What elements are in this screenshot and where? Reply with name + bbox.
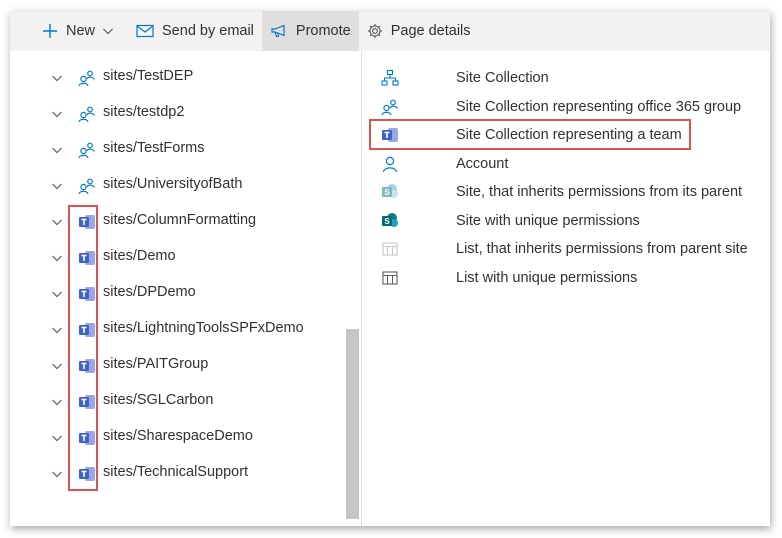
teams-icon bbox=[78, 213, 96, 231]
tree-item[interactable]: sites/TechnicalSupport bbox=[10, 455, 340, 491]
chevron-down-icon[interactable] bbox=[50, 359, 64, 373]
scrollbar-thumb[interactable] bbox=[346, 329, 359, 519]
svg-text:S: S bbox=[384, 217, 390, 226]
teams-icon bbox=[78, 393, 96, 411]
legend-item-label: Account bbox=[456, 155, 509, 172]
page-details-label: Page details bbox=[390, 23, 471, 39]
legend-item-label: Site, that inherits permissions from its… bbox=[456, 184, 743, 200]
tree-item-label[interactable]: sites/LightningToolsSPFxDemo bbox=[103, 320, 304, 336]
legend-item: List, that inherits permissions from par… bbox=[362, 235, 762, 263]
teams-icon bbox=[78, 249, 96, 267]
tree-item-label[interactable]: sites/testdp2 bbox=[103, 104, 184, 120]
svg-text:S: S bbox=[384, 188, 390, 197]
chevron-down-icon[interactable] bbox=[50, 107, 64, 121]
legend-item-label: List with unique permissions bbox=[456, 269, 638, 286]
window-frame: New Send by email Promote Page details s… bbox=[10, 11, 770, 526]
tree-item-label[interactable]: sites/Demo bbox=[103, 248, 176, 264]
promote-label: Promote bbox=[295, 23, 351, 39]
new-button-label: New bbox=[66, 23, 96, 39]
legend-item: Site Collection representing a team bbox=[362, 121, 762, 149]
tree-item[interactable]: sites/SGLCarbon bbox=[10, 383, 340, 419]
legend-item: S Site, that inherits permissions from i… bbox=[362, 178, 762, 206]
chevron-down-icon[interactable] bbox=[50, 143, 64, 157]
group-site-icon bbox=[78, 141, 96, 159]
tree-item-label[interactable]: sites/TechnicalSupport bbox=[103, 464, 248, 480]
tree-item[interactable]: sites/TestDEP bbox=[10, 59, 340, 95]
legend-item: Account bbox=[362, 150, 762, 178]
tree-item[interactable]: sites/ColumnFormatting bbox=[10, 203, 340, 239]
promote-button[interactable]: Promote bbox=[261, 11, 359, 51]
person-icon bbox=[380, 154, 400, 174]
teams-icon bbox=[78, 321, 96, 339]
chevron-down-icon[interactable] bbox=[50, 179, 64, 193]
tree-item[interactable]: sites/Demo bbox=[10, 239, 340, 275]
chevron-down-icon bbox=[102, 25, 114, 37]
legend-item: Site Collection bbox=[362, 64, 762, 92]
legend-item-label: Site Collection representing office 365 … bbox=[456, 98, 742, 115]
hierarchy-icon bbox=[380, 68, 400, 88]
tree-item-label[interactable]: sites/UniversityofBath bbox=[103, 176, 242, 192]
mail-icon bbox=[136, 24, 154, 38]
tree-item-label[interactable]: sites/SGLCarbon bbox=[103, 392, 213, 408]
page-details-button[interactable]: Page details bbox=[359, 11, 479, 51]
sharepoint-icon: S bbox=[380, 211, 400, 231]
teams-icon bbox=[78, 357, 96, 375]
tree-item[interactable]: sites/UniversityofBath bbox=[10, 167, 340, 203]
tree-item[interactable]: sites/testdp2 bbox=[10, 95, 340, 131]
legend-item: S Site with unique permissions bbox=[362, 207, 762, 235]
legend-item-label: Site with unique permissions bbox=[456, 212, 640, 229]
megaphone-icon bbox=[270, 24, 288, 38]
gear-icon bbox=[367, 23, 383, 39]
tree-item[interactable]: sites/SharespaceDemo bbox=[10, 419, 340, 455]
chevron-down-icon[interactable] bbox=[50, 215, 64, 229]
legend-item-label: Site Collection representing a team bbox=[456, 127, 682, 143]
send-by-email-label: Send by email bbox=[162, 23, 254, 39]
tree-item[interactable]: sites/DPDemo bbox=[10, 275, 340, 311]
plus-icon bbox=[42, 23, 58, 39]
group-site-icon bbox=[78, 105, 96, 123]
tree-item-label[interactable]: sites/ColumnFormatting bbox=[103, 212, 256, 228]
legend-item-label: List, that inherits permissions from par… bbox=[456, 241, 748, 257]
chevron-down-icon[interactable] bbox=[50, 467, 64, 481]
teams-icon bbox=[78, 285, 96, 303]
chevron-down-icon[interactable] bbox=[50, 431, 64, 445]
send-by-email-button[interactable]: Send by email bbox=[128, 11, 262, 51]
command-bar: New Send by email Promote Page details bbox=[10, 11, 770, 51]
group-site-icon bbox=[380, 97, 400, 117]
chevron-down-icon[interactable] bbox=[50, 287, 64, 301]
tree-item-label[interactable]: sites/TestForms bbox=[103, 140, 205, 156]
legend-item-label: Site Collection bbox=[456, 70, 549, 86]
group-site-icon bbox=[78, 177, 96, 195]
teams-icon bbox=[380, 125, 400, 145]
chevron-down-icon[interactable] bbox=[50, 251, 64, 265]
tree-item-label[interactable]: sites/PAITGroup bbox=[103, 356, 208, 372]
chevron-down-icon[interactable] bbox=[50, 71, 64, 85]
tree-item[interactable]: sites/TestForms bbox=[10, 131, 340, 167]
tree-item-label[interactable]: sites/SharespaceDemo bbox=[103, 428, 253, 444]
teams-icon bbox=[78, 429, 96, 447]
list-faded-icon bbox=[380, 239, 400, 259]
sharepoint-faded-icon: S bbox=[380, 182, 400, 202]
list-icon bbox=[380, 268, 400, 288]
new-button[interactable]: New bbox=[34, 11, 122, 51]
tree-item[interactable]: sites/LightningToolsSPFxDemo bbox=[10, 311, 340, 347]
chevron-down-icon[interactable] bbox=[50, 395, 64, 409]
group-site-icon bbox=[78, 69, 96, 87]
legend-item: List with unique permissions bbox=[362, 264, 762, 292]
legend-item: Site Collection representing office 365 … bbox=[362, 93, 762, 121]
chevron-down-icon[interactable] bbox=[50, 323, 64, 337]
tree-item-label[interactable]: sites/TestDEP bbox=[103, 68, 193, 84]
tree-item-label[interactable]: sites/DPDemo bbox=[103, 284, 196, 300]
tree-item[interactable]: sites/PAITGroup bbox=[10, 347, 340, 383]
teams-icon bbox=[78, 465, 96, 483]
